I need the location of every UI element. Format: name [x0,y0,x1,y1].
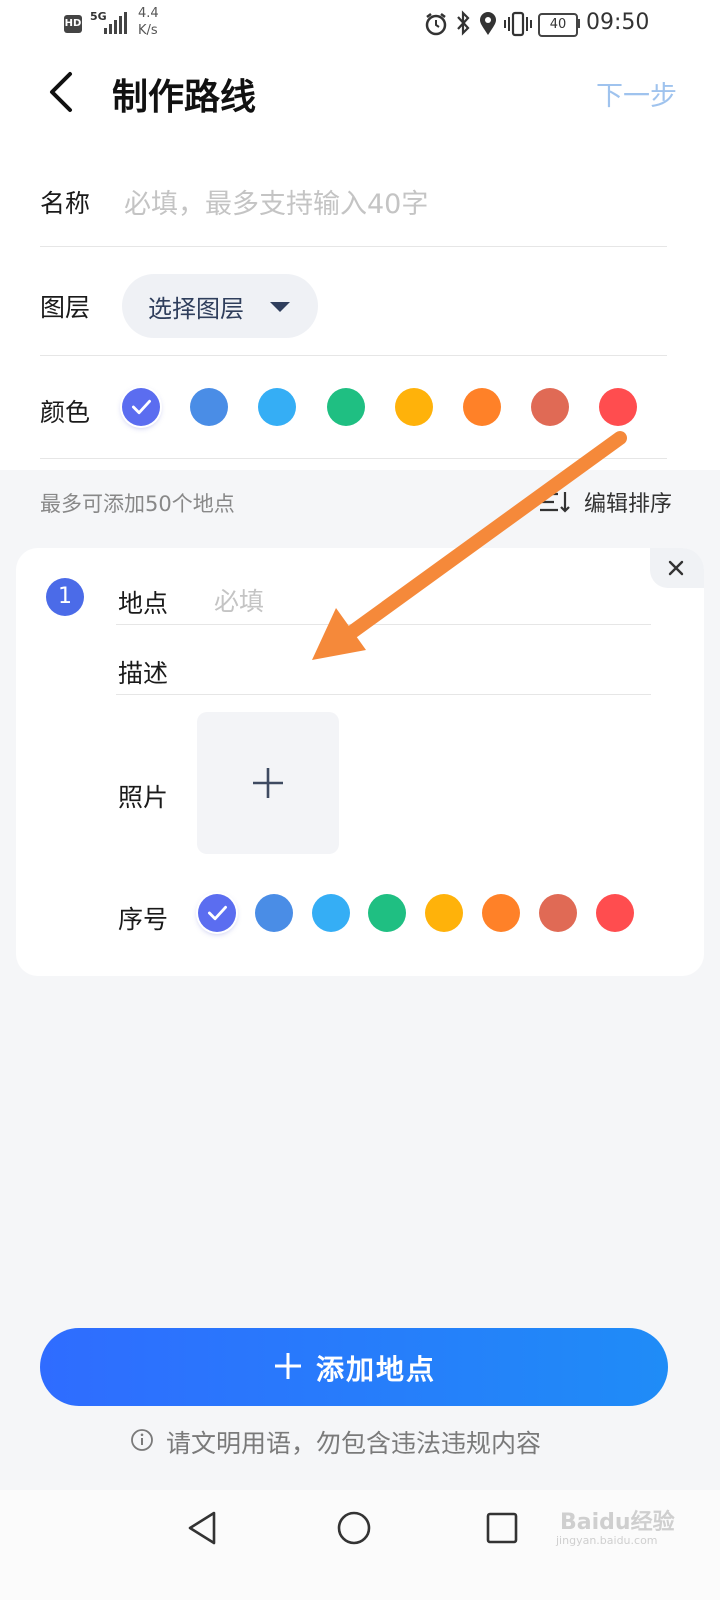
nav-home-icon[interactable] [336,1510,372,1546]
add-place-label: 添加地点 [316,1353,437,1386]
watermark-url: jingyan.baidu.com [556,1534,658,1547]
annotation-arrow-icon [312,431,627,660]
notice-text: 请文明用语，勿包含违法违规内容 [166,1429,542,1458]
info-icon [131,1429,153,1451]
plus-icon [275,1353,301,1379]
nav-recents-icon[interactable] [486,1512,518,1544]
add-place-button[interactable]: 添加地点 [40,1328,668,1406]
nav-back-icon[interactable] [186,1510,220,1546]
watermark-brand: Baidu经验 [560,1510,675,1535]
